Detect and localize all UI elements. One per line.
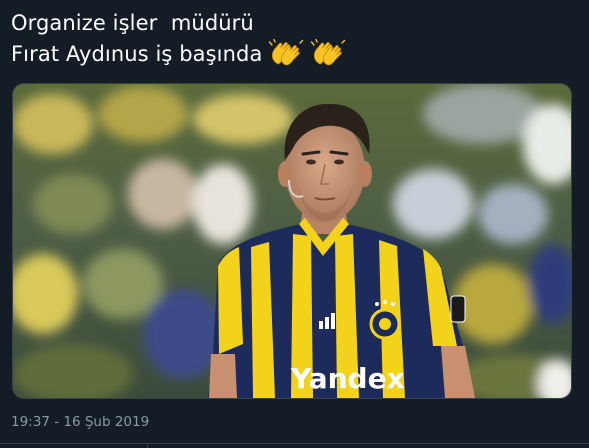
tweet-text: Organize işler müdürü Fırat Aydınus iş b… bbox=[11, 8, 571, 70]
tweet-text-line-2: Fırat Aydınus iş başında bbox=[11, 39, 571, 70]
clapping-hands-icon bbox=[311, 39, 346, 66]
divider-tick bbox=[147, 443, 148, 448]
tweet-text-line-2-text: Fırat Aydınus iş başında bbox=[11, 42, 263, 66]
tweet-card[interactable]: Organize işler müdürü Fırat Aydınus iş b… bbox=[0, 0, 589, 448]
shirt-sponsor-text: Yandex bbox=[290, 362, 405, 395]
clapping-hands-icon bbox=[269, 39, 304, 66]
tweet-text-line-1: Organize işler müdürü bbox=[11, 11, 254, 35]
tweet-photo[interactable]: Yandex bbox=[12, 83, 572, 399]
referee-photo: Yandex bbox=[13, 84, 571, 398]
tweet-timestamp[interactable]: 19:37 - 16 Şub 2019 bbox=[11, 413, 149, 431]
divider bbox=[0, 443, 589, 444]
